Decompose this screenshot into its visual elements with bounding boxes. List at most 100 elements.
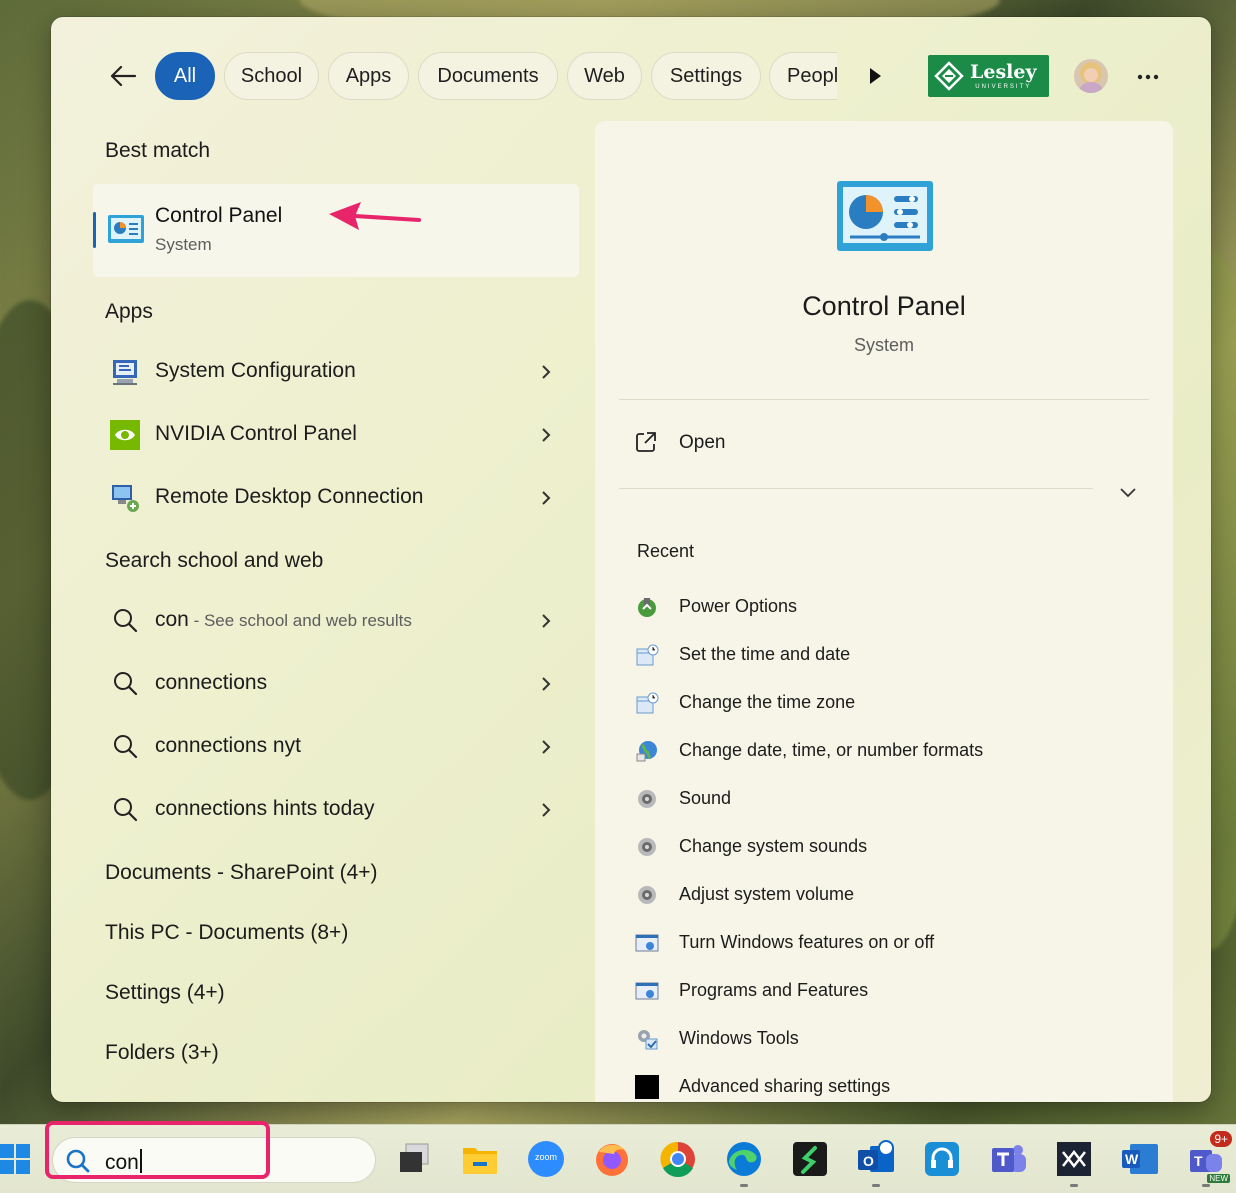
- avatar[interactable]: [1074, 59, 1108, 93]
- app-label: Remote Desktop Connection: [155, 485, 424, 508]
- search-icon: [66, 1149, 90, 1173]
- recent-programs-features[interactable]: Programs and Features: [617, 969, 1137, 1013]
- web-query: con: [155, 608, 189, 631]
- zoom-icon[interactable]: zoom: [524, 1137, 568, 1181]
- black-square-icon: [635, 1075, 659, 1099]
- control-panel-icon: [108, 215, 144, 243]
- word-icon[interactable]: W: [1118, 1137, 1162, 1181]
- app-remote-desktop-connection[interactable]: Remote Desktop Connection: [93, 469, 579, 527]
- group-settings[interactable]: Settings (4+): [105, 981, 225, 1005]
- best-match-control-panel[interactable]: Control Panel System: [93, 184, 579, 277]
- recent-change-system-sounds[interactable]: Change system sounds: [617, 825, 1137, 869]
- chevron-right-icon[interactable]: [539, 738, 553, 756]
- recent-label: Adjust system volume: [679, 884, 855, 904]
- play-more-icon[interactable]: [863, 63, 887, 89]
- lesley-mark-icon: [934, 61, 964, 91]
- app-mesh-icon[interactable]: [1052, 1137, 1096, 1187]
- word-letter: W: [1125, 1151, 1139, 1167]
- apps-heading: Apps: [105, 300, 153, 323]
- control-panel-icon: [837, 181, 933, 251]
- teams-icon[interactable]: [986, 1137, 1030, 1181]
- recent-label: Advanced sharing settings: [679, 1076, 891, 1096]
- web-result-connections[interactable]: connections: [93, 655, 579, 713]
- outlook-icon[interactable]: O: [854, 1137, 898, 1187]
- app-system-configuration[interactable]: System Configuration: [93, 343, 579, 401]
- open-button[interactable]: Open: [617, 417, 1137, 469]
- divider: [619, 399, 1149, 400]
- date-time-icon: [636, 692, 659, 714]
- recent-power-options[interactable]: Power Options: [617, 585, 1137, 629]
- scribe-icon[interactable]: [788, 1137, 832, 1181]
- region-globe-icon: [636, 741, 657, 762]
- outlook-letter: O: [863, 1153, 874, 1169]
- filter-apps[interactable]: Apps: [328, 52, 409, 100]
- app-nvidia-control-panel[interactable]: NVIDIA Control Panel: [93, 406, 579, 464]
- nvidia-icon: [110, 420, 140, 450]
- text-caret: [139, 1149, 142, 1173]
- search-icon: [114, 609, 138, 633]
- more-icon[interactable]: [1134, 63, 1162, 91]
- taskbar-search-input[interactable]: con: [52, 1137, 376, 1183]
- system-config-icon: [113, 360, 137, 385]
- detail-pane: Control Panel System Open Recent Power O…: [595, 121, 1173, 1102]
- programs-icon: [635, 934, 659, 952]
- web-result-label: connections nyt: [155, 734, 301, 757]
- recent-label: Change the time zone: [679, 692, 856, 712]
- file-explorer-icon[interactable]: [458, 1137, 502, 1181]
- recent-adjust-system-volume[interactable]: Adjust system volume: [617, 873, 1137, 917]
- recent-heading: Recent: [637, 541, 695, 561]
- filter-settings[interactable]: Settings: [651, 52, 761, 100]
- group-folders[interactable]: Folders (3+): [105, 1041, 219, 1065]
- recent-label: Change system sounds: [679, 836, 868, 856]
- chevron-right-icon[interactable]: [539, 489, 553, 507]
- start-search-panel: All School Apps Documents Web Settings P…: [51, 17, 1211, 1102]
- teams-new-icon[interactable]: T 9+ NEW: [1184, 1131, 1232, 1187]
- web-result-con[interactable]: con - See school and web results: [93, 592, 579, 650]
- filter-school[interactable]: School: [224, 52, 319, 100]
- windows-tools-icon: [638, 1030, 658, 1050]
- search-value: con: [105, 1151, 139, 1174]
- group-this-pc-documents[interactable]: This PC - Documents (8+): [105, 921, 348, 945]
- speaker-icon: [638, 886, 656, 904]
- recent-windows-features[interactable]: Turn Windows features on or off: [617, 921, 1137, 965]
- chevron-right-icon[interactable]: [539, 363, 553, 381]
- group-documents-sharepoint[interactable]: Documents - SharePoint (4+): [105, 861, 378, 885]
- recent-sound[interactable]: Sound: [617, 777, 1137, 821]
- date-time-icon: [636, 644, 659, 666]
- chevron-right-icon[interactable]: [539, 612, 553, 630]
- web-result-connections-nyt[interactable]: connections nyt: [93, 718, 579, 776]
- best-match-name: Control Panel: [155, 204, 283, 227]
- edge-icon[interactable]: [722, 1137, 766, 1187]
- notification-badge: 9+: [1210, 1131, 1232, 1147]
- search-web-heading: Search school and web: [105, 549, 324, 572]
- programs-icon: [635, 982, 659, 1000]
- windows-start-icon[interactable]: [0, 1144, 30, 1174]
- logo-text: Lesley: [970, 60, 1037, 83]
- chevron-right-icon[interactable]: [539, 675, 553, 693]
- filter-documents[interactable]: Documents: [418, 52, 558, 100]
- task-view-icon[interactable]: [393, 1137, 437, 1181]
- annotation-arrow-icon: [329, 202, 421, 230]
- power-options-icon: [638, 598, 656, 617]
- chevron-down-icon[interactable]: [1113, 477, 1143, 507]
- selection-accent: [93, 212, 96, 248]
- recent-advanced-sharing[interactable]: Advanced sharing settings: [617, 1065, 1137, 1102]
- web-result-label: con - See school and web results: [155, 608, 412, 632]
- filter-people[interactable]: Peopl: [769, 52, 837, 100]
- running-indicator: [1202, 1184, 1210, 1187]
- recent-change-time-zone[interactable]: Change the time zone: [617, 681, 1137, 725]
- filter-all[interactable]: All: [155, 52, 215, 100]
- filter-web[interactable]: Web: [567, 52, 642, 100]
- recent-windows-tools[interactable]: Windows Tools: [617, 1017, 1137, 1061]
- back-arrow-icon[interactable]: [106, 59, 140, 93]
- chrome-icon[interactable]: [656, 1137, 700, 1181]
- support-icon[interactable]: [920, 1137, 964, 1181]
- open-external-icon: [636, 432, 656, 452]
- firefox-icon[interactable]: [590, 1137, 634, 1181]
- chevron-right-icon[interactable]: [539, 801, 553, 819]
- zoom-text: zoom: [534, 1152, 557, 1162]
- web-result-connections-hints-today[interactable]: connections hints today: [93, 781, 579, 839]
- recent-change-formats[interactable]: Change date, time, or number formats: [617, 729, 1137, 773]
- chevron-right-icon[interactable]: [539, 426, 553, 444]
- recent-set-time-date[interactable]: Set the time and date: [617, 633, 1137, 677]
